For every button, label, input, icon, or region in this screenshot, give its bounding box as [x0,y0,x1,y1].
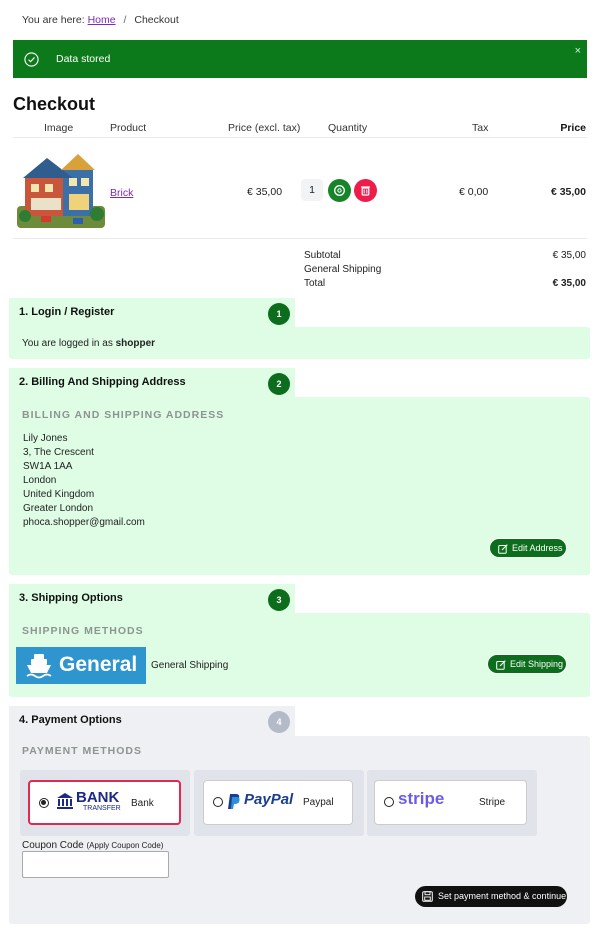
col-header-image: Image [44,122,74,134]
shipping-logo: General [16,647,146,684]
ship-icon [26,654,52,679]
edit-address-label: Edit Address [512,543,563,553]
close-icon[interactable]: × [575,46,581,57]
trash-icon [361,186,370,196]
update-quantity-button[interactable] [328,179,351,202]
address-heading: BILLING AND SHIPPING ADDRESS [22,409,225,421]
bank-icon [57,793,73,809]
item-price: € 35,00 [550,186,586,198]
payment-name-paypal: Paypal [303,797,334,808]
divider [13,137,587,138]
col-header-price-excl: Price (excl. tax) [228,122,301,134]
product-link[interactable]: Brick [110,187,133,199]
edit-shipping-button[interactable]: Edit Shipping [487,654,567,674]
divider [13,238,587,239]
success-alert: Data stored × [13,40,587,78]
delete-item-button[interactable] [354,179,377,202]
set-payment-continue-button[interactable]: Set payment method & continue [415,886,567,907]
product-image [17,154,105,228]
save-icon [422,891,433,902]
item-tax: € 0,00 [459,186,489,198]
page-title: Checkout [13,94,96,114]
breadcrumb-separator: / [123,14,127,26]
address-line: United Kingdom [23,489,95,500]
shipping-method-name: General Shipping [151,660,229,671]
step-address-panel: BILLING AND SHIPPING ADDRESS Lily Jones … [9,397,590,575]
breadcrumb: You are here: Home / Checkout [22,14,179,26]
address-line: London [23,475,57,486]
total-value: € 35,00 [552,278,586,289]
coupon-hint: (Apply Coupon Code) [86,841,164,850]
step-payment-title: 4. Payment Options [19,714,122,726]
payment-radio-bank[interactable] [39,798,49,808]
shipping-logo-text: General [59,653,138,676]
payment-name-bank: Bank [131,798,154,809]
step-number-badge: 1 [268,303,290,325]
step-shipping-title: 3. Shipping Options [19,592,123,604]
breadcrumb-prefix: You are here: [22,14,85,26]
edit-shipping-label: Edit Shipping [510,659,564,669]
col-header-price: Price [560,122,586,134]
paypal-icon [228,794,240,809]
paypal-logo-text: PayPal [244,791,294,808]
logged-in-prefix: You are logged in as [22,338,113,349]
col-header-product: Product [110,122,147,134]
payment-option-stripe[interactable]: stripe Stripe [374,780,527,825]
address-line: SW1A 1AA [23,461,73,472]
step-address-tab: 2. Billing And Shipping Address 2 [9,368,295,398]
col-header-tax: Tax [472,122,489,134]
subtotal-value: € 35,00 [552,250,586,261]
step-login-title: 1. Login / Register [19,306,115,318]
address-line: Greater London [23,503,94,514]
step-login-panel: You are logged in as shopper [9,327,590,359]
payment-radio-paypal[interactable] [213,797,223,807]
coupon-label: Coupon Code (Apply Coupon Code) [22,840,163,851]
logged-in-text: You are logged in as shopper [22,338,155,349]
quantity-field[interactable]: 1 [301,179,323,201]
shipping-label: General Shipping [304,264,382,275]
coupon-input[interactable] [22,851,169,878]
step-shipping-tab: 3. Shipping Options 3 [9,584,295,614]
step-address-title: 2. Billing And Shipping Address [19,376,186,388]
bank-logo-text: BANK [76,789,120,806]
item-price-excl: € 35,00 [247,186,283,198]
alert-message: Data stored [56,53,111,65]
edit-icon [498,544,508,554]
bank-logo-subtext: TRANSFER [83,805,121,812]
col-header-quantity: Quantity [328,122,368,134]
payment-heading: PAYMENT METHODS [22,745,143,757]
payment-option-paypal[interactable]: PayPal Paypal [203,780,353,825]
payment-radio-stripe[interactable] [384,797,394,807]
shipping-heading: SHIPPING METHODS [22,625,144,637]
edit-address-button[interactable]: Edit Address [489,538,567,558]
breadcrumb-current: Checkout [134,14,179,26]
edit-icon [496,660,506,670]
address-line: Lily Jones [23,433,68,444]
payment-name-stripe: Stripe [479,797,506,808]
step-number-badge: 2 [268,373,290,395]
continue-button-label: Set payment method & continue [438,891,567,901]
step-login-tab: 1. Login / Register 1 [9,298,295,328]
address-line: phoca.shopper@gmail.com [23,517,145,528]
check-circle-icon [24,52,39,67]
stripe-logo-text: stripe [398,789,445,808]
total-label: Total [304,278,326,289]
step-number-badge: 4 [268,711,290,733]
refresh-icon [334,185,345,196]
logged-in-username: shopper [115,338,156,349]
payment-option-bank[interactable]: BANK TRANSFER Bank [28,780,181,825]
step-payment-tab: 4. Payment Options 4 [9,706,295,736]
address-line: 3, The Crescent [23,447,94,458]
coupon-label-text: Coupon Code [22,840,84,851]
step-number-badge: 3 [268,589,290,611]
breadcrumb-home-link[interactable]: Home [88,14,116,26]
subtotal-label: Subtotal [304,250,341,261]
